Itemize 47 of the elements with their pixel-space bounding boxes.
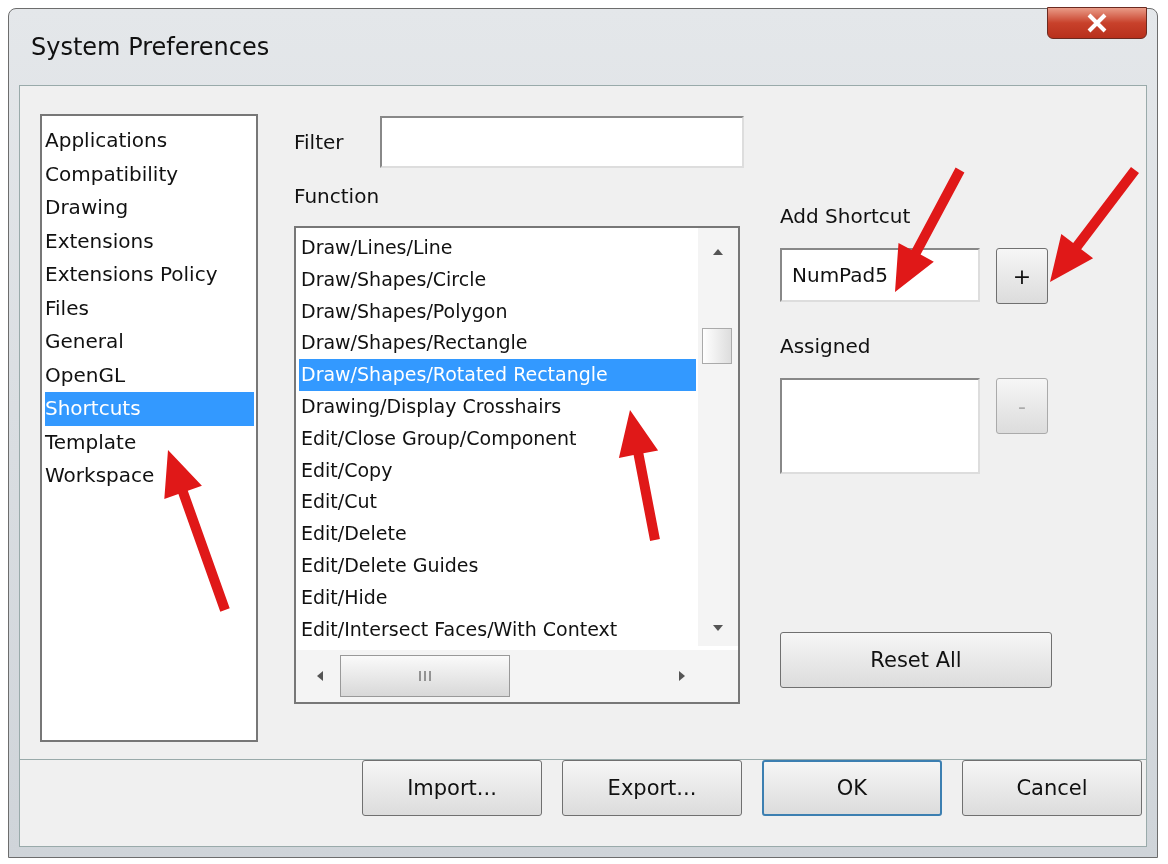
category-item[interactable]: Extensions (45, 224, 254, 258)
function-item[interactable]: Edit/Cut (299, 486, 696, 519)
assigned-list[interactable] (780, 378, 980, 474)
scroll-thumb[interactable] (702, 328, 732, 364)
filter-field[interactable] (379, 116, 744, 168)
add-shortcut-label: Add Shortcut (780, 204, 912, 228)
scroll-left-icon[interactable] (316, 670, 324, 682)
category-item[interactable]: Files (45, 291, 254, 325)
horizontal-scrollbar[interactable] (296, 650, 738, 702)
dialog-button[interactable]: Export... (562, 760, 742, 816)
add-button[interactable]: + (996, 248, 1048, 304)
scroll-thumb[interactable] (340, 655, 510, 697)
function-item[interactable]: Edit/Intersect Faces/With Context (299, 613, 696, 646)
function-item[interactable]: Edit/Copy (299, 454, 696, 487)
grip-icon (418, 671, 432, 681)
dialog-button[interactable]: Cancel (962, 760, 1142, 816)
assigned-label: Assigned (780, 334, 872, 358)
scroll-up-icon[interactable] (712, 248, 724, 256)
category-item[interactable]: Extensions Policy (45, 258, 254, 292)
close-button[interactable] (1047, 7, 1147, 39)
close-icon (1086, 13, 1108, 33)
reset-all-button[interactable]: Reset All (780, 632, 1052, 688)
function-item[interactable]: Edit/Hide (299, 581, 696, 614)
dialog-button[interactable]: OK (762, 760, 942, 816)
scroll-right-icon[interactable] (678, 670, 686, 682)
function-item[interactable]: Draw/Lines/Line (299, 232, 696, 264)
category-item[interactable]: Template (45, 425, 254, 459)
function-item[interactable]: Edit/Close Group/Component (299, 422, 696, 455)
category-item[interactable]: Workspace (45, 459, 254, 493)
function-item[interactable]: Draw/Shapes/Polygon (299, 295, 696, 328)
dialog-button[interactable]: Import... (362, 760, 542, 816)
function-label: Function (294, 184, 381, 208)
category-item[interactable]: OpenGL (45, 358, 254, 392)
category-item[interactable]: General (45, 325, 254, 359)
function-item[interactable]: Edit/Delete Guides (299, 549, 696, 582)
function-item[interactable]: Edit/Delete (299, 518, 696, 550)
shortcut-field[interactable]: NumPad5 (780, 248, 980, 302)
filter-label: Filter (294, 130, 344, 154)
window-title: System Preferences (31, 33, 270, 61)
function-item[interactable]: Draw/Shapes/Circle (299, 263, 696, 296)
category-item[interactable]: Drawing (45, 191, 254, 225)
category-item[interactable]: Applications (45, 124, 254, 158)
category-item[interactable]: Compatibility (45, 157, 254, 191)
scroll-down-icon[interactable] (712, 624, 724, 632)
vertical-scrollbar[interactable] (698, 228, 738, 646)
function-item[interactable]: Drawing/Display Crosshairs (299, 391, 696, 423)
function-item[interactable]: Draw/Shapes/Rectangle (299, 327, 696, 360)
